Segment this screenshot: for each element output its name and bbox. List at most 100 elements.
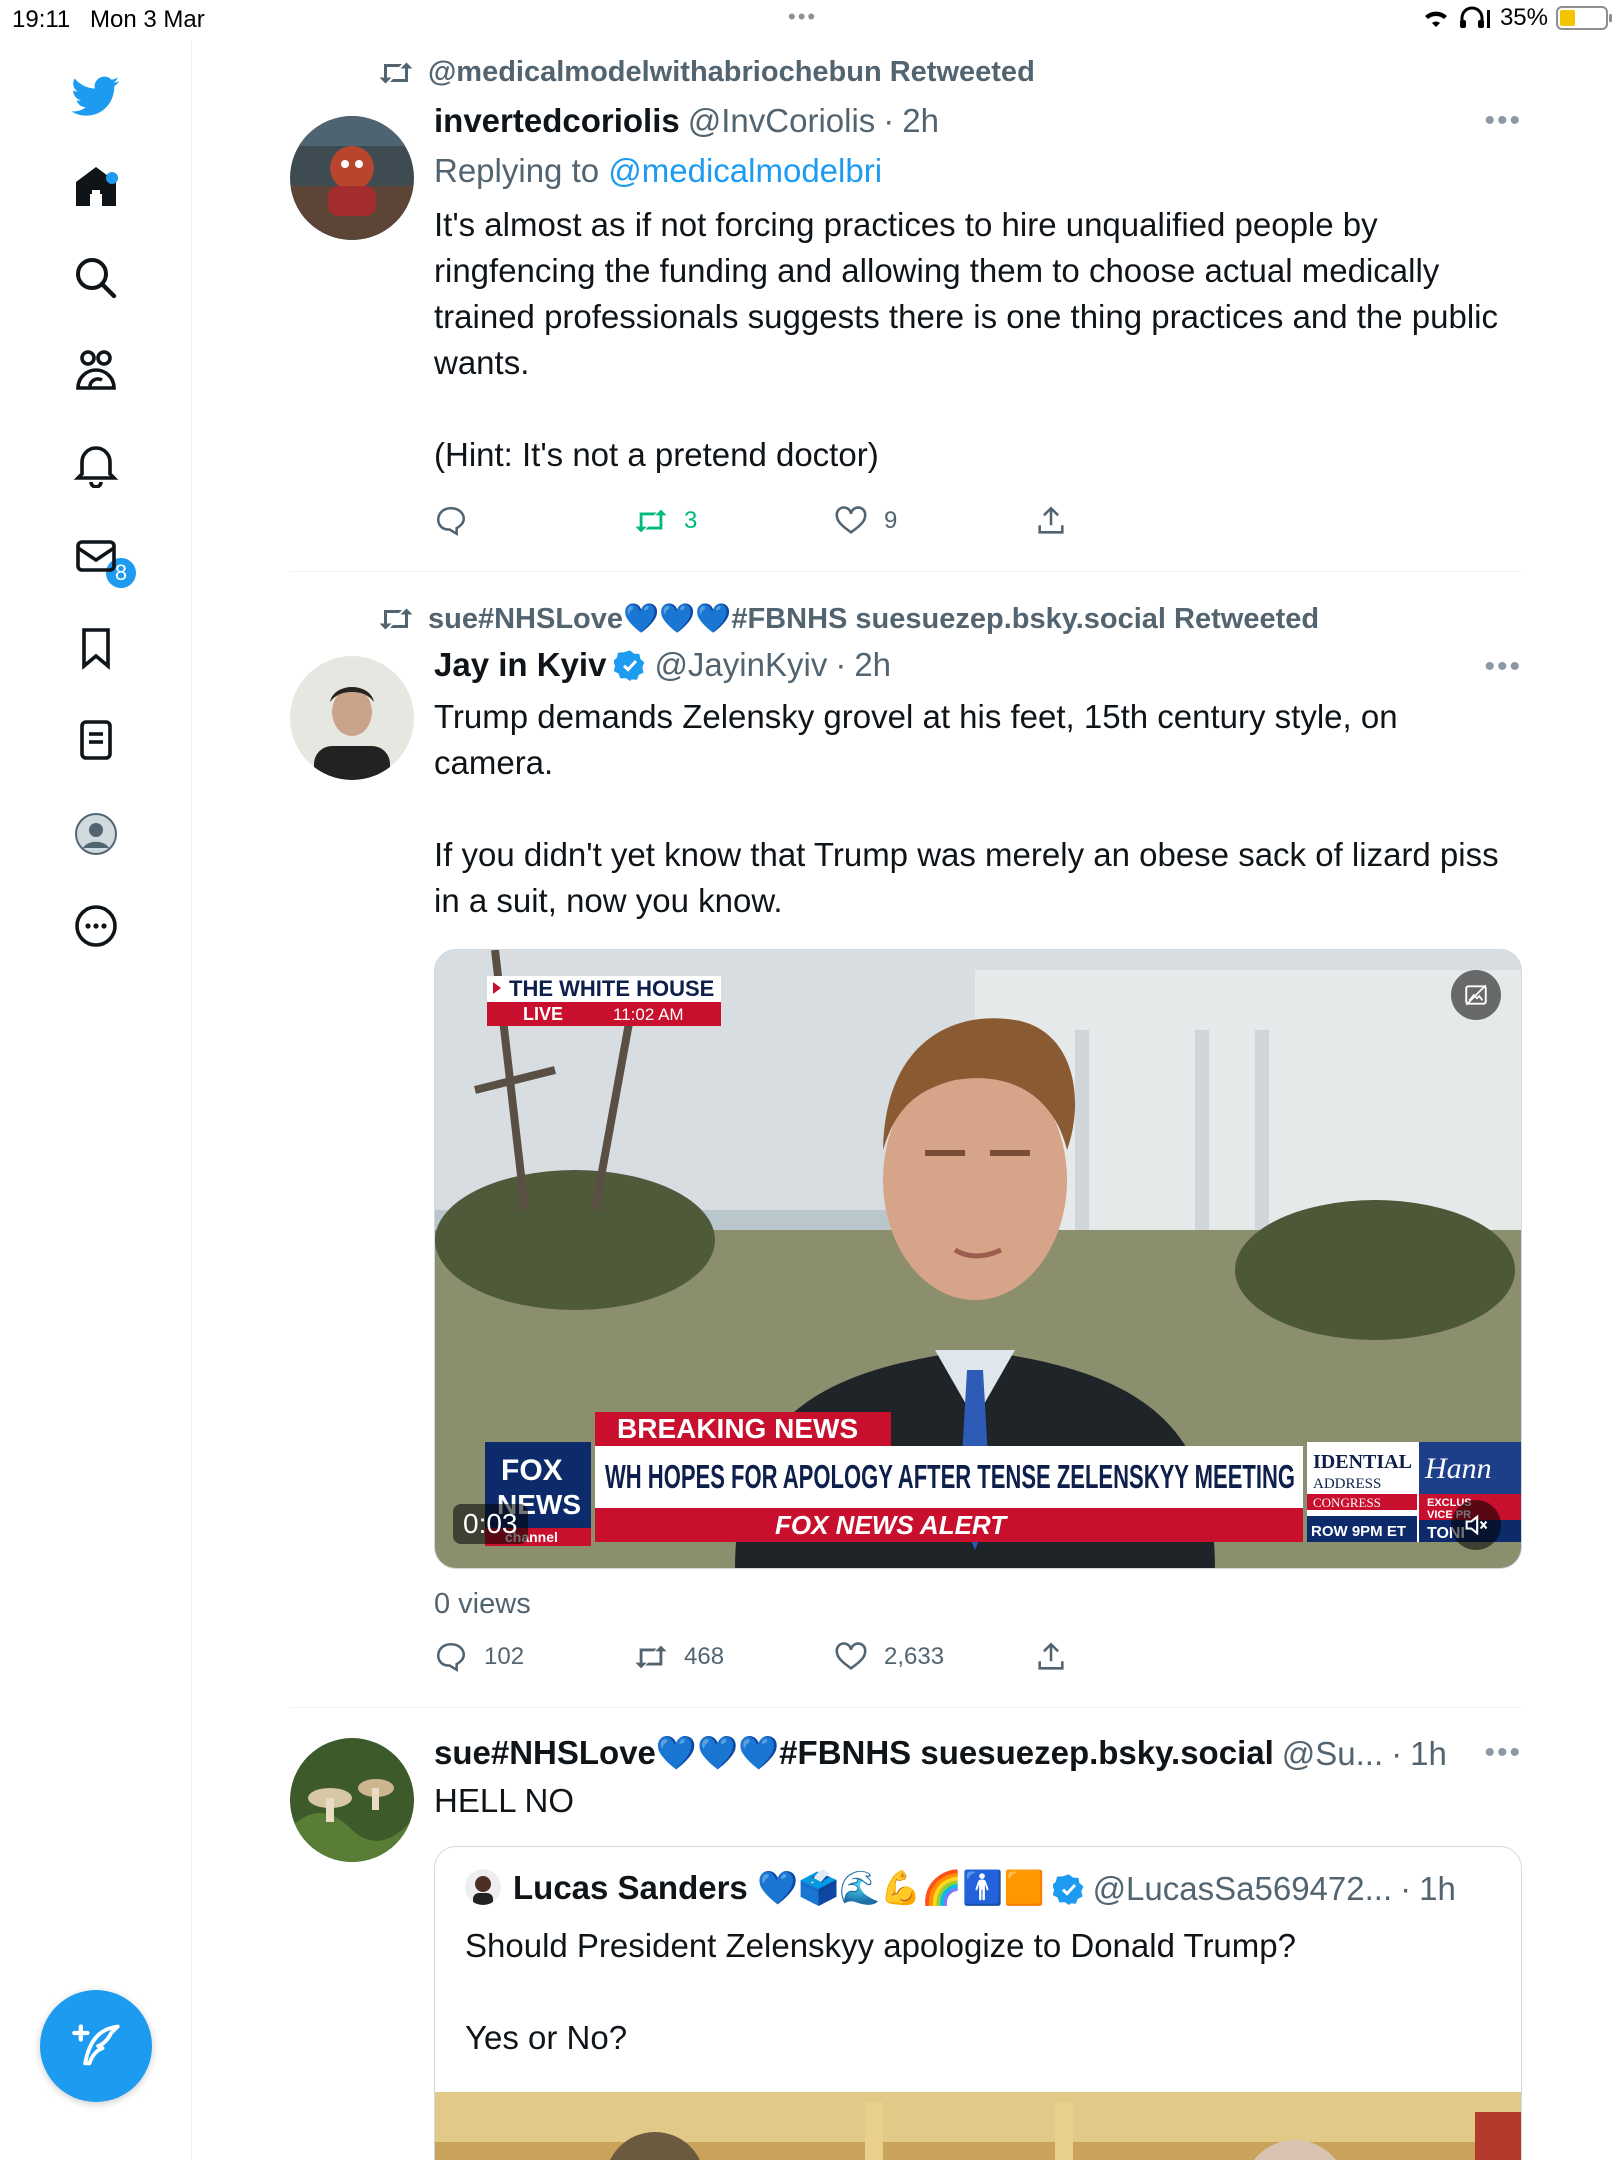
notifications-icon[interactable] <box>70 438 122 490</box>
multitasking-dots-icon[interactable]: ••• <box>788 4 817 30</box>
like-count: 2,633 <box>884 1643 945 1670</box>
tweet-text: Trump demands Zelensky grovel at his fee… <box>434 698 1499 919</box>
chyron-time: 11:02 AM <box>613 1005 684 1024</box>
author-handle[interactable]: @InvCoriolis <box>688 102 876 140</box>
battery-percent: 35% <box>1499 4 1548 31</box>
retweet-icon <box>635 1645 667 1669</box>
side-panel-line-4: ROW 9PM ET <box>1311 1523 1406 1540</box>
replying-to-label: Replying to <box>434 152 609 189</box>
like-button[interactable]: 9 <box>834 504 1034 538</box>
share-button[interactable] <box>1034 1640 1234 1674</box>
profile-icon[interactable] <box>70 808 122 860</box>
tweet[interactable]: @medicalmodelwithabriochebun Retweeted i… <box>290 40 1522 570</box>
quoted-tweet[interactable]: Lucas Sanders 💙🗳️🌊💪🌈🚹🟧 @LucasSa569472...… <box>434 1846 1522 2160</box>
lists-icon[interactable] <box>70 714 122 766</box>
retweet-count: 3 <box>684 507 698 534</box>
author-handle[interactable]: @JayinKyiv <box>654 646 827 684</box>
author-handle[interactable]: @Su... <box>1282 1735 1383 1773</box>
tweet-actions: 3 9 <box>434 504 1234 538</box>
share-icon <box>1038 1642 1064 1670</box>
tweet-more-icon[interactable]: ••• <box>1484 104 1522 138</box>
author-name[interactable]: sue#NHSLove💙💙💙#FBNHS suesuezep.bsky.soci… <box>434 1734 1274 1773</box>
share-icon <box>1038 506 1064 534</box>
retweet-button[interactable]: 3 <box>634 504 834 538</box>
tweet-more-icon[interactable]: ••• <box>1484 1736 1522 1770</box>
messages-icon[interactable] <box>70 530 122 582</box>
home-icon[interactable] <box>70 160 122 212</box>
status-bar: 19:11 Mon 3 Mar ••• 35% <box>0 0 1620 40</box>
replying-to-link[interactable]: @medicalmodelbri <box>608 152 882 189</box>
heart-icon <box>835 506 867 534</box>
view-count: 0 views <box>434 1588 531 1620</box>
battery-icon <box>1556 6 1612 30</box>
tweet-text: HELL NO <box>434 1782 574 1819</box>
headphones-icon <box>1459 6 1490 28</box>
verified-badge-icon <box>1052 1873 1083 1905</box>
author-name[interactable]: invertedcoriolis <box>434 102 680 140</box>
retweeted-by-line: sue#NHSLove💙💙💙#FBNHS suesuezep.bsky.soci… <box>378 602 1319 636</box>
tweet-time[interactable]: 2h <box>902 102 939 140</box>
hide-image-icon <box>1465 984 1487 1006</box>
separator: · <box>1400 1869 1412 1907</box>
twitter-logo-icon[interactable] <box>70 70 122 122</box>
reply-icon <box>436 506 466 537</box>
replying-to-line: Replying to @medicalmodelbri <box>434 152 882 190</box>
news-headline: WH HOPES FOR APOLOGY AFTER TENSE ZELENSK… <box>605 1458 1295 1495</box>
quoted-author-handle[interactable]: @LucasSa569472... <box>1093 1870 1393 1908</box>
status-date: Mon 3 Mar <box>90 6 205 33</box>
retweeted-by-text: sue#NHSLove💙💙💙#FBNHS suesuezep.bsky.soci… <box>428 603 1320 635</box>
tweet[interactable]: sue#NHSLove💙💙💙#FBNHS suesuezep.bsky.soci… <box>290 586 1522 1706</box>
tweet-actions: 102 468 2,633 <box>434 1640 1234 1674</box>
fox-logo-top: FOX <box>501 1454 563 1487</box>
chyron-location: THE WHITE HOUSE <box>509 976 714 1001</box>
separator: · <box>883 102 895 139</box>
side-panel-line-1: IDENTIAL <box>1313 1451 1412 1473</box>
retweet-icon <box>379 62 413 83</box>
tweet[interactable]: sue#NHSLove💙💙💙#FBNHS suesuezep.bsky.soci… <box>290 1720 1522 2160</box>
quoted-header: Lucas Sanders 💙🗳️🌊💪🌈🚹🟧 @LucasSa569472...… <box>513 1869 1456 1908</box>
compose-button[interactable] <box>40 1990 152 2102</box>
author-name[interactable]: Jay in Kyiv <box>434 646 606 684</box>
fox-news-alert-label: FOX NEWS ALERT <box>775 1510 1008 1540</box>
muted-speaker-icon <box>1465 1514 1488 1536</box>
retweeted-by-line: @medicalmodelwithabriochebun Retweeted <box>378 56 1035 89</box>
tweet-more-icon[interactable]: ••• <box>1484 650 1522 684</box>
separator: · <box>835 646 847 683</box>
compose-icon <box>72 2024 120 2066</box>
quoted-tweet-image[interactable] <box>435 2092 1521 2160</box>
reply-button[interactable] <box>434 504 634 538</box>
reply-count: 102 <box>484 1643 525 1670</box>
quoted-tweet-time[interactable]: 1h <box>1419 1870 1456 1908</box>
avatar[interactable] <box>290 1738 414 1862</box>
video-player[interactable]: THE WHITE HOUSE LIVE 11:02 AM BREAKING N… <box>434 949 1522 1569</box>
quoted-avatar[interactable] <box>465 1869 501 1905</box>
avatar[interactable] <box>290 656 414 780</box>
tweet-header: invertedcoriolis @InvCoriolis · 2h <box>434 102 939 140</box>
bookmarks-icon[interactable] <box>70 622 122 674</box>
side-panel-line-5: Hann <box>1424 1452 1492 1485</box>
verified-badge-icon <box>614 650 645 681</box>
retweet-icon <box>635 509 667 533</box>
home-unread-dot <box>106 172 118 184</box>
avatar[interactable] <box>290 116 414 240</box>
like-button[interactable]: 2,633 <box>834 1640 1034 1674</box>
mute-button[interactable] <box>1451 1500 1501 1550</box>
hide-media-button[interactable] <box>1451 970 1501 1020</box>
tweet-time[interactable]: 1h <box>1410 1735 1447 1773</box>
retweet-button[interactable]: 468 <box>634 1640 834 1674</box>
retweet-count: 468 <box>684 1643 725 1670</box>
wifi-icon <box>1424 11 1447 27</box>
more-icon[interactable] <box>70 900 122 952</box>
search-icon[interactable] <box>70 252 122 304</box>
tweet-time[interactable]: 2h <box>854 646 891 684</box>
reply-button[interactable]: 102 <box>434 1640 634 1674</box>
share-button[interactable] <box>1034 504 1234 538</box>
heart-icon <box>835 1642 867 1670</box>
quoted-author-name[interactable]: Lucas Sanders 💙🗳️🌊💪🌈🚹🟧 <box>513 1869 1045 1908</box>
communities-icon[interactable] <box>70 344 122 396</box>
retweeted-by-text: @medicalmodelwithabriochebun Retweeted <box>428 56 1035 88</box>
status-right: 35% <box>1422 4 1612 32</box>
tweet-header: sue#NHSLove💙💙💙#FBNHS suesuezep.bsky.soci… <box>434 1734 1522 1773</box>
status-time: 19:11 <box>12 6 71 33</box>
tweet-divider <box>290 1707 1522 1708</box>
